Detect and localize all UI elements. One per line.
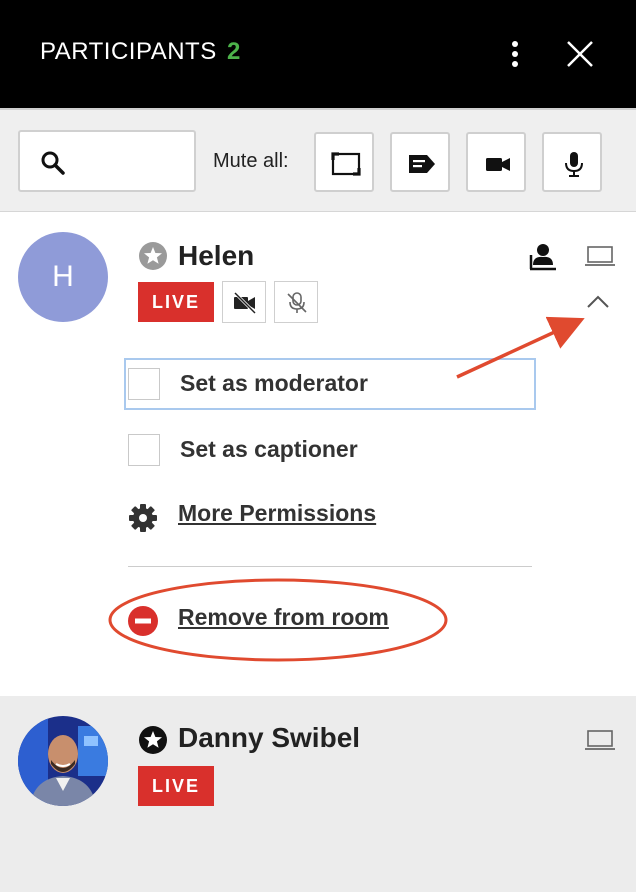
mute-all-label: Mute all:: [213, 150, 289, 172]
participant-count: 2: [227, 38, 241, 65]
more-options-icon[interactable]: [500, 36, 530, 72]
close-icon[interactable]: [562, 36, 598, 72]
microphone-icon: [565, 152, 583, 177]
live-badge: LIVE: [138, 282, 214, 322]
participant-card: Danny Swibel LIVE: [0, 696, 636, 892]
profile-photo: [18, 716, 108, 806]
avatar: [18, 716, 108, 806]
screen-share-icon: [331, 152, 361, 176]
participant-video-toggle[interactable]: [222, 281, 266, 323]
header-bar: PARTICIPANTS 2: [0, 0, 636, 108]
video-off-icon: [233, 291, 257, 315]
search-icon: [41, 151, 65, 175]
video-camera-icon: [486, 158, 510, 171]
laptop-icon: [585, 730, 615, 750]
divider: [128, 566, 532, 567]
laptop-icon: [585, 246, 615, 266]
moderator-icon[interactable]: [528, 241, 558, 271]
captions-icon: [409, 155, 435, 173]
search-field[interactable]: [18, 130, 196, 192]
mute-all-captions-button[interactable]: [390, 132, 450, 192]
remove-icon: [128, 606, 158, 636]
avatar: H: [18, 232, 108, 322]
moderator-option-label: Set as moderator: [180, 370, 368, 396]
participant-name: Danny Swibel: [178, 722, 361, 753]
moderator-checkbox[interactable]: [128, 368, 160, 400]
mute-all-screen-share-button[interactable]: [314, 132, 374, 192]
mute-all-audio-button[interactable]: [542, 132, 602, 192]
star-icon[interactable]: [138, 725, 168, 755]
live-badge: LIVE: [138, 766, 214, 806]
mic-off-icon: [287, 292, 307, 313]
search-input[interactable]: [72, 144, 192, 178]
more-permissions-link[interactable]: More Permissions: [178, 500, 376, 527]
avatar-initial: H: [52, 260, 74, 293]
live-label: LIVE: [151, 775, 200, 796]
star-icon[interactable]: [138, 241, 168, 271]
participant-card-expanded: H Helen LIVE Set as moderator Set as cap…: [0, 212, 636, 696]
captioner-option-label: Set as captioner: [180, 436, 358, 462]
panel-title: PARTICIPANTS: [40, 38, 217, 65]
chevron-up-icon[interactable]: [586, 294, 610, 310]
gear-icon: [129, 504, 157, 532]
toolbar: Mute all:: [0, 108, 636, 212]
captioner-checkbox[interactable]: [128, 434, 160, 466]
live-label: LIVE: [151, 291, 200, 312]
participant-name: Helen: [178, 240, 255, 271]
remove-from-room-link[interactable]: Remove from room: [178, 604, 389, 631]
participant-audio-toggle[interactable]: [274, 281, 318, 323]
mute-all-video-button[interactable]: [466, 132, 526, 192]
